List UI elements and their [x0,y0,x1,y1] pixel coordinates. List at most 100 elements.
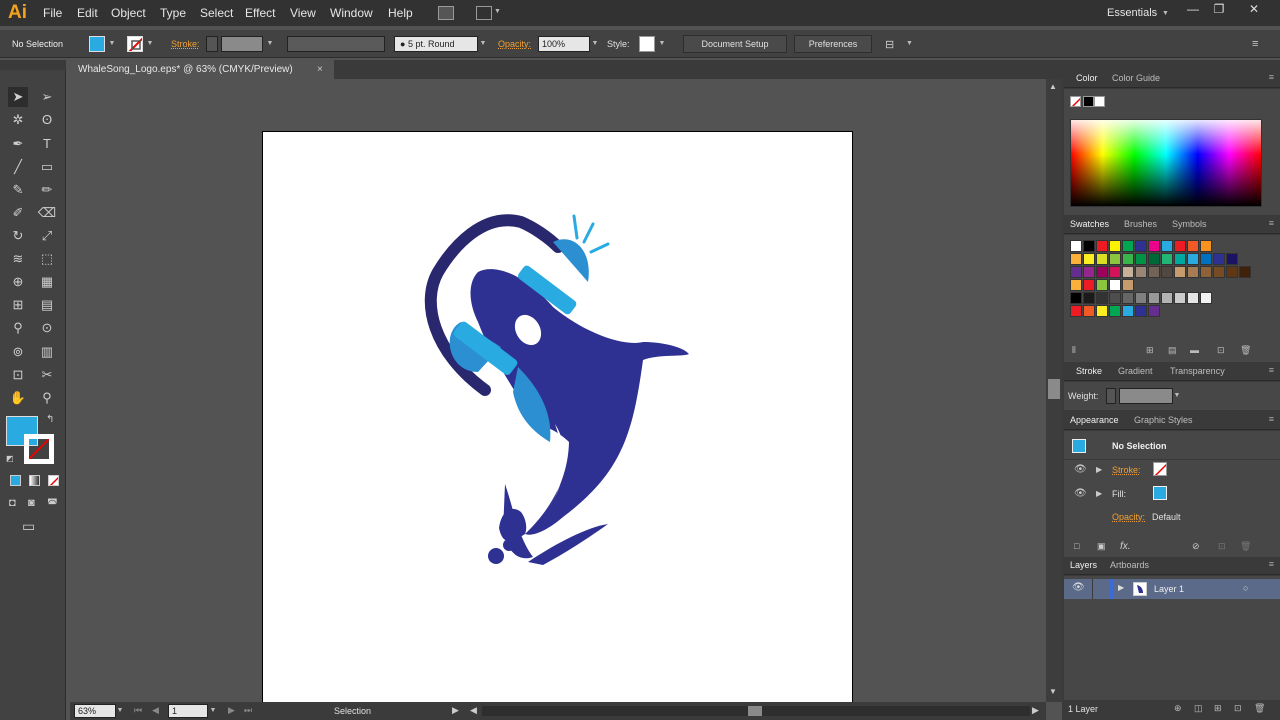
swatch[interactable] [1122,305,1134,317]
panel-menu-icon[interactable]: ≡ [1269,414,1274,424]
swatch[interactable] [1174,240,1186,252]
delete-layer-icon[interactable]: 🗑 [1254,703,1265,714]
draw-inside-icon[interactable]: ◚ [47,497,58,510]
eraser-tool-icon[interactable]: ⌫ [37,203,57,223]
swatch[interactable] [1109,266,1121,278]
swatch[interactable] [1070,292,1082,304]
shape-builder-tool-icon[interactable]: ⊕ [8,272,28,292]
swatch[interactable] [1109,292,1121,304]
swatch[interactable] [1083,279,1095,291]
weight-field[interactable] [1119,388,1173,404]
panel-menu-icon[interactable]: ≡ [1269,72,1274,82]
menu-view[interactable]: View [290,6,316,20]
new-color-group-icon[interactable]: ▬ [1190,345,1199,355]
visibility-eye-icon[interactable]: 👁 [1072,582,1085,593]
swatch[interactable] [1109,240,1121,252]
tab-appearance[interactable]: Appearance [1070,415,1119,425]
scroll-left-icon[interactable]: ◀ [470,705,477,716]
tab-layers[interactable]: Layers [1070,560,1097,570]
document-setup-button[interactable]: Document Setup [683,35,787,53]
scroll-right-icon[interactable]: ▶ [1032,705,1039,716]
tab-transparency[interactable]: Transparency [1170,366,1225,376]
align-options-icon[interactable]: ⊟ [885,38,894,51]
swatch[interactable] [1083,253,1095,265]
swatch[interactable] [1200,292,1212,304]
chevron-down-icon[interactable]: ▼ [145,36,155,52]
chevron-down-icon[interactable]: ▼ [657,36,667,52]
tab-color-guide[interactable]: Color Guide [1112,73,1160,83]
swatch[interactable] [1174,253,1186,265]
new-sublayer-icon[interactable]: ⊞ [1214,703,1222,714]
new-swatch-icon[interactable]: ⊡ [1217,345,1225,356]
zoom-field[interactable]: 63% [74,704,116,718]
chevron-down-icon[interactable]: ▼ [265,36,275,52]
artboard-tool-icon[interactable]: ⊡ [8,365,28,385]
swatch[interactable] [1148,253,1160,265]
swatch[interactable] [1174,292,1186,304]
swatch[interactable] [1161,292,1173,304]
menu-window[interactable]: Window [330,6,373,20]
visibility-eye-icon[interactable]: 👁 [1074,488,1087,499]
column-graph-tool-icon[interactable]: ▥ [37,342,57,362]
layer-row[interactable]: 👁 ▶ Layer 1 ○ [1064,579,1280,599]
artboard[interactable] [262,131,853,702]
menu-edit[interactable]: Edit [77,6,98,20]
swatch[interactable] [1161,240,1173,252]
direct-selection-tool-icon[interactable]: ➢ [37,87,57,107]
variable-width-profile[interactable] [287,36,385,52]
swap-colors-icon[interactable]: ↰ [46,414,54,425]
last-artboard-icon[interactable]: ⏭ [244,705,252,716]
perspective-grid-tool-icon[interactable]: ▦ [37,272,57,292]
minimize-icon[interactable]: — [1180,1,1206,19]
scroll-down-icon[interactable]: ▼ [1049,687,1057,696]
swatch[interactable] [1109,279,1121,291]
panel-menu-icon[interactable]: ≡ [1269,559,1274,569]
arrange-documents-icon[interactable] [476,6,492,20]
target-circle-icon[interactable]: ○ [1243,583,1248,593]
add-stroke-icon[interactable]: □ [1074,541,1079,551]
previous-artboard-icon[interactable]: ◀ [152,705,159,716]
chevron-down-icon[interactable]: ▼ [906,40,913,47]
scroll-thumb[interactable] [1048,379,1060,399]
chevron-down-icon[interactable]: ▼ [590,36,600,52]
lasso-tool-icon[interactable]: ʘ [37,110,57,130]
locate-object-icon[interactable]: ⊕ [1174,703,1182,714]
tab-stroke[interactable]: Stroke [1076,366,1102,376]
swatch[interactable] [1135,253,1147,265]
add-effect-icon[interactable]: fx. [1120,541,1131,552]
vertical-scrollbar[interactable]: ▲ ▼ [1046,79,1062,702]
blend-tool-icon[interactable]: ⊙ [37,318,57,338]
scale-tool-icon[interactable]: ⤢ [37,226,57,246]
bridge-icon[interactable] [438,6,454,20]
brush-definition[interactable]: ● 5 pt. Round [394,36,478,52]
new-layer-icon[interactable]: ⊡ [1234,703,1242,714]
swatch[interactable] [1135,305,1147,317]
duplicate-item-icon[interactable]: ⊡ [1218,541,1226,552]
tab-artboards[interactable]: Artboards [1110,560,1149,570]
swatch[interactable] [1148,240,1160,252]
pen-tool-icon[interactable]: ✒ [8,134,28,154]
eyedropper-tool-icon[interactable]: ⚲ [8,318,28,338]
swatch[interactable] [1122,266,1134,278]
status-menu-icon[interactable]: ▶ [452,705,459,716]
chevron-down-icon[interactable]: ▼ [107,36,117,52]
swatch[interactable] [1096,305,1108,317]
swatch[interactable] [1122,240,1134,252]
slice-tool-icon[interactable]: ✂ [37,365,57,385]
appearance-stroke-label[interactable]: Stroke: [1112,465,1141,475]
stroke-swatch[interactable] [127,36,143,52]
swatch[interactable] [1096,253,1108,265]
swatch[interactable] [1083,240,1095,252]
chevron-down-icon[interactable]: ▼ [1162,10,1169,17]
default-colors-icon[interactable]: ◩ [6,454,14,463]
swatch[interactable] [1122,279,1134,291]
magic-wand-tool-icon[interactable]: ✲ [8,110,28,130]
delete-item-icon[interactable]: 🗑 [1240,541,1251,552]
swatch[interactable] [1083,266,1095,278]
symbol-sprayer-tool-icon[interactable]: ⊚ [8,342,28,362]
swatch[interactable] [1187,253,1199,265]
rectangle-tool-icon[interactable]: ▭ [37,157,57,177]
menu-select[interactable]: Select [200,6,233,20]
stroke-weight-field[interactable] [221,36,263,52]
graphic-style-swatch[interactable] [639,36,655,52]
